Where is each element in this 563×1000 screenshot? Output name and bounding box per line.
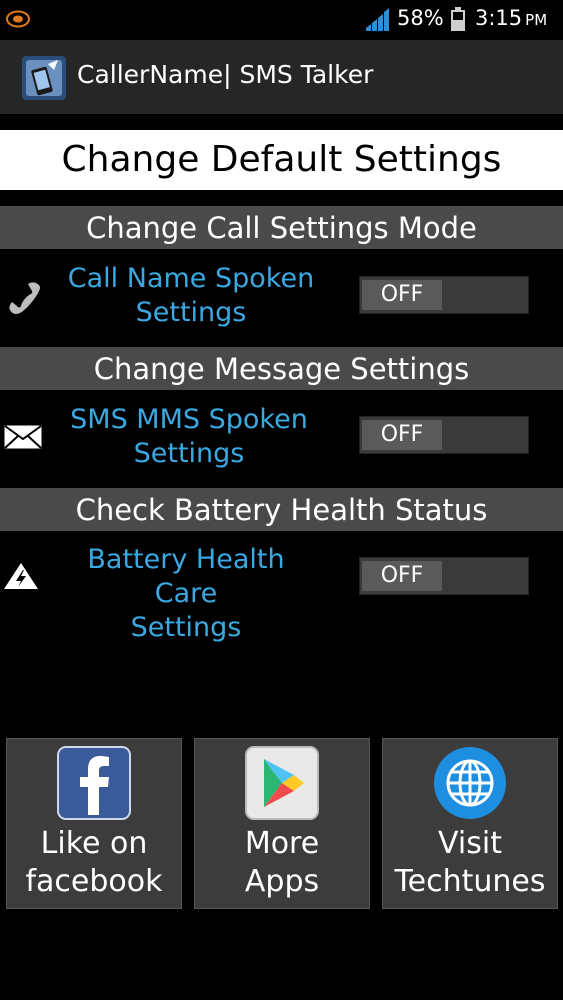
toggle-thumb: OFF <box>362 561 442 591</box>
facebook-label: Like on facebook <box>25 826 163 899</box>
globe-icon <box>434 747 506 819</box>
battery-percent: 58% <box>397 6 444 30</box>
sms-mms-spoken-settings[interactable]: SMS MMS Spoken Settings <box>59 403 319 471</box>
signal-icon <box>366 8 389 31</box>
facebook-icon <box>57 746 131 820</box>
status-bar: 58% 3:15 PM <box>0 0 563 40</box>
action-bar: CallerName| SMS Talker <box>0 40 563 114</box>
more-apps-button[interactable]: More Apps <box>194 738 370 909</box>
battery-warning-icon <box>4 563 38 589</box>
section-header-message: Change Message Settings <box>0 347 563 390</box>
visit-techtunes-button[interactable]: Visit Techtunes <box>382 738 558 909</box>
notification-icon <box>6 10 30 28</box>
call-name-toggle[interactable]: OFF <box>359 276 529 314</box>
toggle-thumb: OFF <box>362 420 442 450</box>
toggle-thumb: OFF <box>362 280 442 310</box>
section-title-message: Change Message Settings <box>93 352 470 386</box>
call-name-spoken-settings[interactable]: Call Name Spoken Settings <box>61 262 321 330</box>
sms-mms-toggle[interactable]: OFF <box>359 416 529 454</box>
envelope-icon <box>4 425 42 449</box>
app-title: CallerName| SMS Talker <box>77 60 374 89</box>
phone-icon <box>9 282 41 314</box>
section-title-battery: Check Battery Health Status <box>75 493 488 527</box>
more-apps-label: More Apps <box>244 826 320 899</box>
section-header-battery: Check Battery Health Status <box>0 488 563 531</box>
clock: 3:15 PM <box>475 6 548 30</box>
section-title-call: Change Call Settings Mode <box>86 211 477 245</box>
like-on-facebook-button[interactable]: Like on facebook <box>6 738 182 909</box>
play-store-icon <box>245 746 319 820</box>
page-heading: Change Default Settings <box>0 130 563 190</box>
battery-icon <box>451 7 465 31</box>
app-icon[interactable] <box>22 56 66 100</box>
section-header-call: Change Call Settings Mode <box>0 206 563 249</box>
battery-health-care-settings[interactable]: Battery Health Care Settings <box>56 543 316 645</box>
battery-health-toggle[interactable]: OFF <box>359 557 529 595</box>
page-title: Change Default Settings <box>61 139 502 180</box>
techtunes-label: Visit Techtunes <box>394 826 546 899</box>
